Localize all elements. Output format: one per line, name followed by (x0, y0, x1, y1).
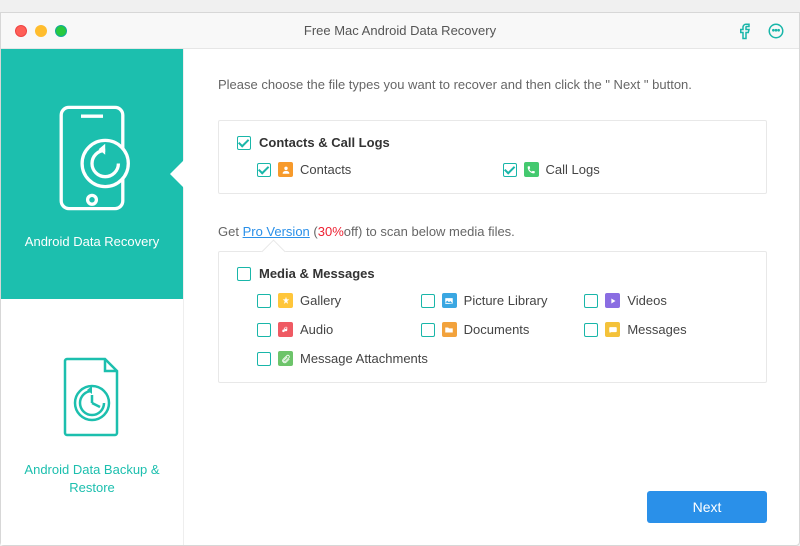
picture-library-icon (442, 293, 457, 308)
checkbox-contacts-calllogs[interactable] (237, 136, 251, 150)
window-controls (15, 25, 67, 37)
sidebar: Android Data Recovery Android Data Backu… (1, 49, 184, 545)
calllogs-icon (524, 162, 539, 177)
sidebar-item-backup[interactable]: Android Data Backup & Restore (1, 299, 183, 545)
option-messages[interactable]: Messages (584, 322, 748, 337)
option-calllogs[interactable]: Call Logs (503, 162, 749, 177)
gallery-icon (278, 293, 293, 308)
option-label: Call Logs (546, 162, 600, 177)
checkbox-videos[interactable] (584, 294, 598, 308)
backup-restore-icon (56, 353, 128, 441)
main-panel: Please choose the file types you want to… (184, 49, 799, 545)
minimize-window-button[interactable] (35, 25, 47, 37)
feedback-icon[interactable] (767, 22, 785, 40)
group-title: Contacts & Call Logs (259, 135, 390, 150)
sidebar-item-label: Android Data Backup & Restore (17, 461, 167, 496)
checkbox-message-attachments[interactable] (257, 352, 271, 366)
group-title: Media & Messages (259, 266, 375, 281)
option-label: Contacts (300, 162, 351, 177)
option-label: Messages (627, 322, 686, 337)
group-contacts-calllogs: Contacts & Call Logs Contacts (218, 120, 767, 194)
option-gallery[interactable]: Gallery (257, 293, 421, 308)
phone-recovery-icon (46, 103, 138, 213)
next-button[interactable]: Next (647, 491, 767, 523)
window-title: Free Mac Android Data Recovery (1, 23, 799, 38)
checkbox-contacts[interactable] (257, 163, 271, 177)
option-label: Videos (627, 293, 667, 308)
checkbox-audio[interactable] (257, 323, 271, 337)
checkbox-documents[interactable] (421, 323, 435, 337)
checkbox-gallery[interactable] (257, 294, 271, 308)
documents-icon (442, 322, 457, 337)
option-label: Message Attachments (300, 351, 428, 366)
checkbox-picture-library[interactable] (421, 294, 435, 308)
pro-version-link[interactable]: Pro Version (243, 224, 310, 239)
instruction-text: Please choose the file types you want to… (218, 77, 767, 92)
option-label: Documents (464, 322, 530, 337)
promo-text: Get Pro Version (30%off) to scan below m… (218, 224, 767, 239)
option-picture-library[interactable]: Picture Library (421, 293, 585, 308)
facebook-icon[interactable] (737, 22, 755, 40)
messages-icon (605, 322, 620, 337)
app-window: Free Mac Android Data Recovery (0, 12, 800, 546)
option-label: Audio (300, 322, 333, 337)
option-documents[interactable]: Documents (421, 322, 585, 337)
discount-text: 30% (318, 224, 344, 239)
option-label: Gallery (300, 293, 341, 308)
sidebar-item-label: Android Data Recovery (25, 233, 159, 251)
close-window-button[interactable] (15, 25, 27, 37)
option-audio[interactable]: Audio (257, 322, 421, 337)
maximize-window-button[interactable] (55, 25, 67, 37)
option-message-attachments[interactable]: Message Attachments (257, 351, 584, 366)
sidebar-item-recovery[interactable]: Android Data Recovery (1, 49, 183, 299)
checkbox-messages[interactable] (584, 323, 598, 337)
titlebar: Free Mac Android Data Recovery (1, 13, 799, 49)
checkbox-calllogs[interactable] (503, 163, 517, 177)
attachments-icon (278, 351, 293, 366)
videos-icon (605, 293, 620, 308)
audio-icon (278, 322, 293, 337)
option-label: Picture Library (464, 293, 548, 308)
option-videos[interactable]: Videos (584, 293, 748, 308)
checkbox-media-messages[interactable] (237, 267, 251, 281)
option-contacts[interactable]: Contacts (257, 162, 503, 177)
contacts-icon (278, 162, 293, 177)
group-media-messages: Media & Messages Gallery (218, 251, 767, 383)
